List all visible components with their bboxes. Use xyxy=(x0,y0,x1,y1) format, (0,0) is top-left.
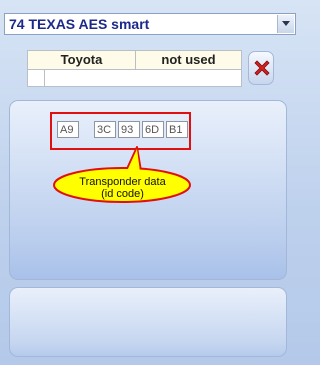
callout-line: (id code) xyxy=(101,188,144,200)
callout-line: Transponder data xyxy=(79,176,166,188)
callout-label: Transponder data (id code) xyxy=(56,176,189,200)
